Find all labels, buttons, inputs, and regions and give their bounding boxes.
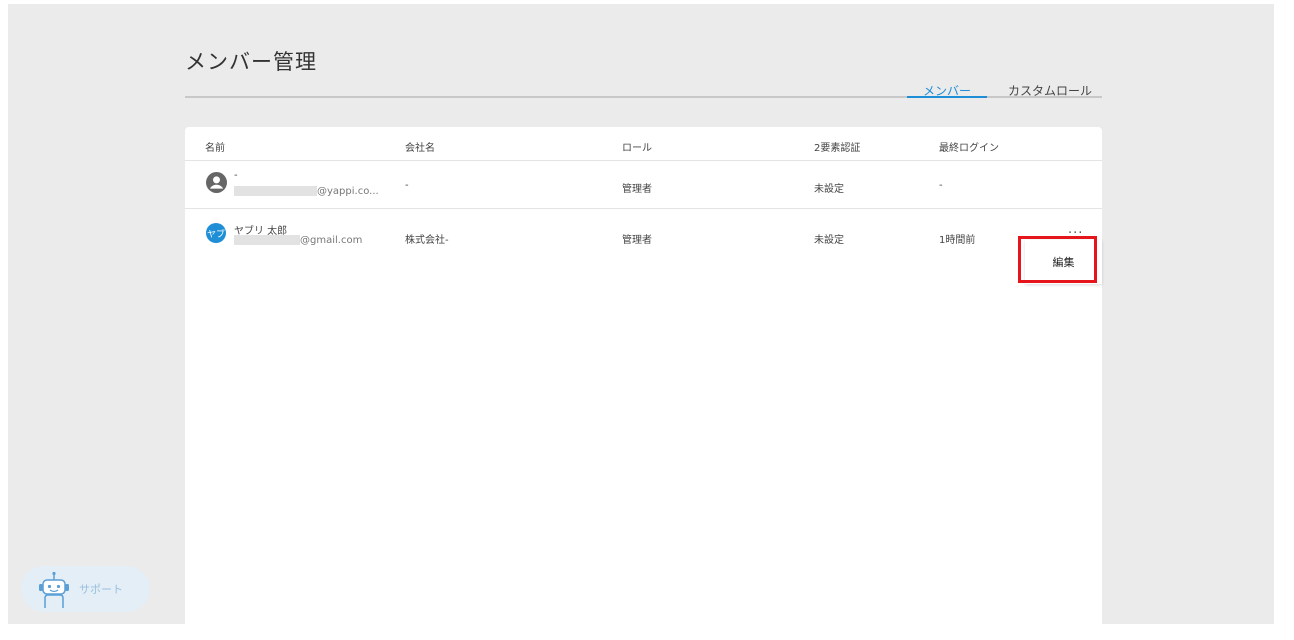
email-redaction: [234, 235, 300, 245]
tab-custom-roles[interactable]: カスタムロール: [998, 82, 1102, 99]
page-title: メンバー管理: [185, 50, 317, 74]
table-row[interactable]: ヤブ ヤブリ 太郎 @gmail.com 株式会社- 管理者 未設定 1時間前 …: [185, 209, 1102, 256]
member-email: @gmail.com: [234, 235, 362, 246]
support-label: サポート: [79, 583, 123, 596]
support-button[interactable]: サポート: [21, 566, 150, 612]
member-role: 管理者: [622, 235, 652, 246]
column-header-two-factor: 2要素認証: [814, 143, 861, 154]
table-row[interactable]: - @yappi.co... - 管理者 未設定 -: [185, 161, 1102, 209]
table-header: 名前 会社名 ロール 2要素認証 最終ログイン: [185, 127, 1102, 161]
member-two-factor: 未設定: [814, 184, 844, 195]
member-email: @yappi.co...: [234, 186, 379, 197]
robot-icon: [39, 571, 69, 608]
member-company: -: [405, 180, 409, 191]
column-header-company: 会社名: [405, 143, 435, 154]
edit-menu-item[interactable]: 編集: [1025, 240, 1102, 284]
column-header-name: 名前: [205, 143, 225, 154]
member-role: 管理者: [622, 184, 652, 195]
row-action-menu: 編集: [1025, 240, 1102, 284]
member-email-domain: @gmail.com: [300, 235, 363, 246]
active-tab-indicator: [907, 96, 987, 98]
member-company: 株式会社-: [405, 235, 449, 246]
member-last-login: -: [939, 180, 943, 191]
app-viewport: メンバー管理 メンバー カスタムロール 名前 会社名 ロール 2要素認証 最終ロ…: [8, 4, 1274, 624]
person-icon: [206, 172, 227, 193]
member-two-factor: 未設定: [814, 235, 844, 246]
email-redaction: [234, 186, 317, 196]
column-header-role: ロール: [622, 143, 652, 154]
column-header-last-login: 最終ログイン: [939, 143, 999, 154]
more-options-button[interactable]: ...: [1068, 223, 1083, 236]
member-name: -: [234, 170, 238, 181]
member-last-login: 1時間前: [939, 235, 976, 246]
avatar: ヤブ: [206, 223, 226, 243]
member-email-domain: @yappi.co...: [317, 186, 379, 197]
members-table: 名前 会社名 ロール 2要素認証 最終ログイン - @yappi.co... -…: [185, 127, 1102, 624]
